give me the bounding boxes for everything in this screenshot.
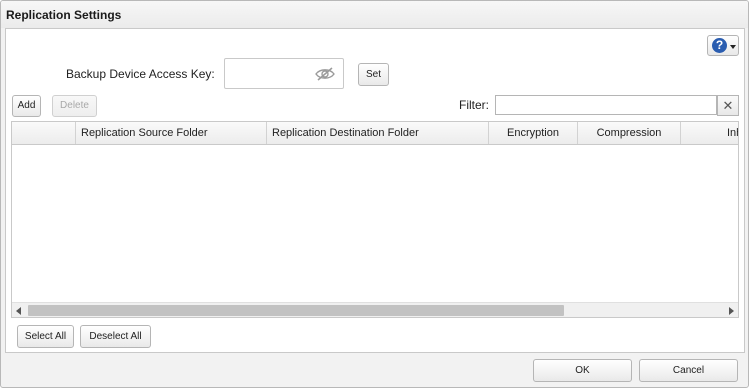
horizontal-scrollbar[interactable] bbox=[12, 302, 738, 317]
replication-table: Replication Source Folder Replication De… bbox=[11, 121, 739, 318]
settings-panel: ? Backup Device Access Key: Set Add Dele… bbox=[5, 28, 745, 353]
add-button[interactable]: Add bbox=[12, 95, 41, 117]
cancel-button[interactable]: Cancel bbox=[639, 359, 738, 382]
column-header-compression[interactable]: Compression bbox=[578, 122, 681, 144]
column-header-encryption[interactable]: Encryption bbox=[489, 122, 578, 144]
set-key-button[interactable]: Set bbox=[358, 63, 389, 86]
filter-input[interactable] bbox=[495, 95, 717, 115]
column-header-select[interactable] bbox=[12, 122, 76, 144]
scroll-thumb[interactable] bbox=[28, 305, 564, 316]
scroll-right-icon[interactable] bbox=[729, 307, 734, 315]
filter-label: Filter: bbox=[459, 98, 489, 112]
close-icon: ✕ bbox=[722, 98, 734, 113]
select-all-button[interactable]: Select All bbox=[17, 325, 74, 348]
ok-button[interactable]: OK bbox=[533, 359, 632, 382]
deselect-all-button[interactable]: Deselect All bbox=[80, 325, 151, 348]
delete-button[interactable]: Delete bbox=[52, 95, 97, 117]
table-header: Replication Source Folder Replication De… bbox=[12, 122, 738, 145]
replication-settings-dialog: Replication Settings ? Backup Device Acc… bbox=[0, 0, 749, 388]
title-bar: Replication Settings bbox=[1, 1, 748, 28]
column-header-inherit[interactable]: Inh bbox=[681, 122, 738, 144]
column-header-source-folder[interactable]: Replication Source Folder bbox=[76, 122, 267, 144]
chevron-down-icon bbox=[730, 45, 736, 49]
eye-hidden-icon[interactable] bbox=[315, 67, 335, 81]
access-key-label: Backup Device Access Key: bbox=[66, 67, 215, 81]
help-icon: ? bbox=[712, 38, 727, 53]
column-header-destination-folder[interactable]: Replication Destination Folder bbox=[267, 122, 489, 144]
help-button[interactable]: ? bbox=[707, 35, 739, 56]
clear-filter-button[interactable]: ✕ bbox=[717, 95, 739, 116]
scroll-left-icon[interactable] bbox=[16, 307, 21, 315]
dialog-title: Replication Settings bbox=[6, 8, 122, 22]
access-key-field[interactable] bbox=[224, 58, 344, 89]
table-body bbox=[12, 145, 738, 302]
